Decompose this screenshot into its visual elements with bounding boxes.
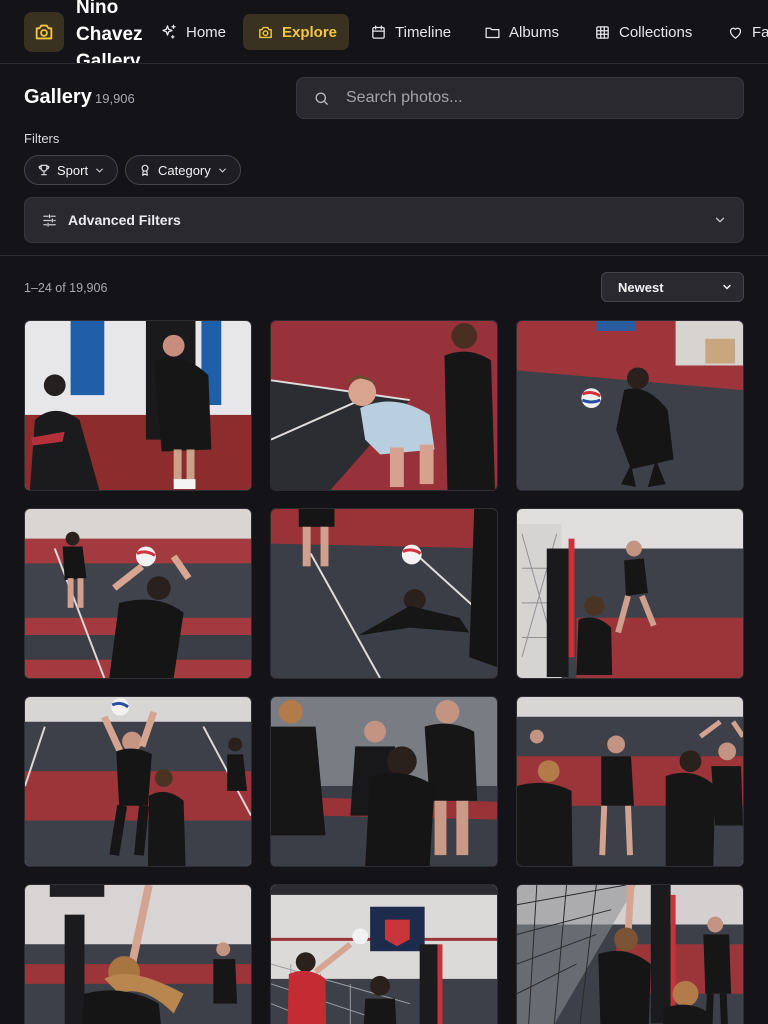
search-input[interactable] bbox=[346, 89, 706, 107]
calendar-icon bbox=[372, 24, 385, 39]
nav-collections-label: Collections bbox=[619, 23, 693, 41]
sport-filter-label: Sport bbox=[57, 162, 89, 178]
photo-count: 19,906 bbox=[95, 91, 135, 106]
grid-icon bbox=[596, 25, 609, 39]
sport-filter-chip[interactable]: Sport bbox=[24, 155, 119, 185]
photo-grid bbox=[24, 320, 744, 1024]
chevron-down-icon bbox=[218, 168, 226, 173]
folder-icon bbox=[485, 27, 500, 38]
photo-image bbox=[271, 697, 497, 866]
nav-favorites-label: Fa bbox=[752, 23, 768, 41]
nav-home[interactable]: Home bbox=[146, 14, 240, 50]
section-divider bbox=[0, 255, 768, 256]
photo-tile[interactable] bbox=[516, 320, 744, 491]
nav-timeline[interactable]: Timeline bbox=[356, 14, 465, 50]
photo-image bbox=[271, 885, 497, 1024]
chevron-down-icon bbox=[96, 168, 103, 173]
photo-image bbox=[25, 321, 251, 490]
photo-tile[interactable] bbox=[24, 320, 252, 491]
chevron-down-icon bbox=[715, 217, 725, 223]
nav-albums[interactable]: Albums bbox=[470, 14, 573, 50]
nav-home-label: Home bbox=[186, 23, 227, 41]
camera-icon bbox=[35, 24, 53, 40]
photo-image bbox=[517, 885, 743, 1024]
nav-collections[interactable]: Collections bbox=[580, 14, 706, 50]
top-nav: Nino Chavez Gallery Home Explore Timelin… bbox=[0, 0, 768, 64]
search-icon bbox=[315, 91, 328, 105]
category-filter-chip[interactable]: Category bbox=[125, 155, 241, 185]
photo-image bbox=[271, 321, 497, 490]
nav-favorites[interactable]: Fa bbox=[713, 14, 768, 50]
advanced-filters-label: Advanced Filters bbox=[68, 212, 181, 228]
photo-tile[interactable] bbox=[516, 884, 744, 1024]
camera-icon bbox=[259, 26, 272, 38]
nav-explore-label: Explore bbox=[282, 23, 338, 41]
photo-tile[interactable] bbox=[24, 696, 252, 867]
photo-image bbox=[25, 697, 251, 866]
award-icon bbox=[141, 164, 149, 176]
photo-tile[interactable] bbox=[270, 320, 498, 491]
page-title: Gallery bbox=[24, 86, 92, 108]
nav-explore[interactable]: Explore bbox=[243, 14, 349, 50]
photo-tile[interactable] bbox=[270, 696, 498, 867]
heart-icon bbox=[729, 27, 742, 39]
nav-albums-label: Albums bbox=[509, 23, 560, 41]
photo-tile[interactable] bbox=[270, 508, 498, 679]
photo-tile[interactable] bbox=[24, 884, 252, 1024]
category-filter-label: Category bbox=[158, 162, 211, 178]
photo-tile[interactable] bbox=[516, 696, 744, 867]
photo-tile[interactable] bbox=[516, 508, 744, 679]
photo-image bbox=[517, 321, 743, 490]
advanced-filters-toggle[interactable]: Advanced Filters bbox=[24, 197, 744, 243]
search-bar[interactable] bbox=[296, 77, 744, 119]
photo-image bbox=[25, 885, 251, 1024]
sort-select[interactable]: Newest bbox=[601, 272, 744, 302]
sort-value: Newest bbox=[618, 279, 664, 295]
sliders-icon bbox=[43, 213, 56, 227]
trophy-icon bbox=[38, 164, 50, 176]
photo-image bbox=[517, 697, 743, 866]
photo-image bbox=[25, 509, 251, 678]
logo-button[interactable] bbox=[24, 12, 64, 52]
results-range: 1–24 of 19,906 bbox=[24, 281, 108, 295]
sparkles-icon bbox=[162, 24, 176, 39]
photo-image bbox=[517, 509, 743, 678]
photo-tile[interactable] bbox=[24, 508, 252, 679]
photo-tile[interactable] bbox=[270, 884, 498, 1024]
photo-image bbox=[271, 509, 497, 678]
nav-timeline-label: Timeline bbox=[395, 23, 452, 41]
filters-label: Filters bbox=[24, 131, 60, 146]
chevron-down-icon bbox=[723, 284, 731, 290]
